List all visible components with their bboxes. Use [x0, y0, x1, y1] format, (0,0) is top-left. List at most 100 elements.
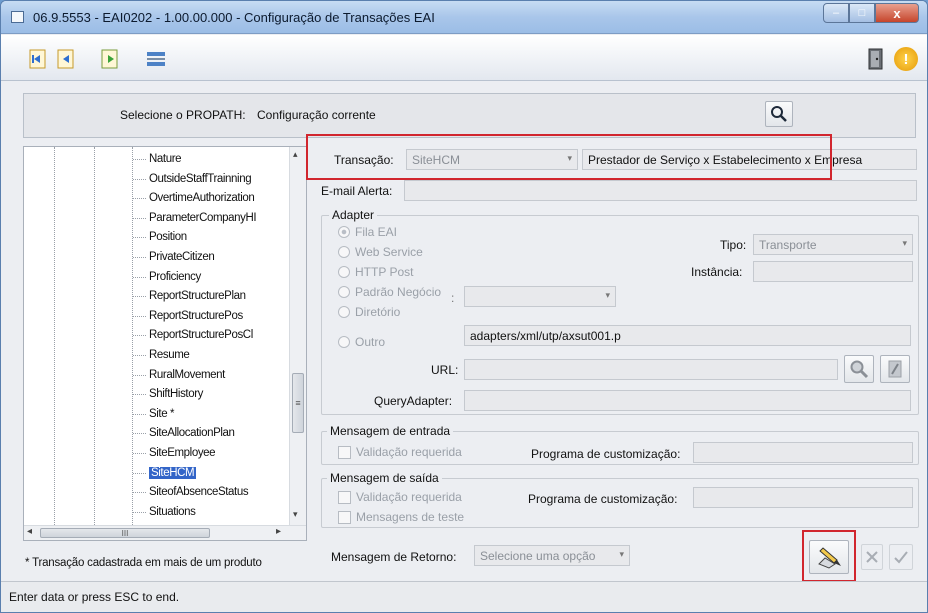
help-icon-glyph: !	[894, 47, 918, 71]
tree-item-label: Proficiency	[149, 270, 201, 283]
scroll-right-arrow[interactable]: ▸	[276, 526, 281, 537]
tree-item[interactable]: ReportStructurePos	[133, 307, 243, 325]
adapter-radio-label: Padrão Negócio	[355, 285, 442, 299]
list-icon[interactable]	[143, 46, 169, 72]
adapter-radio-option[interactable]: Outro	[338, 335, 385, 349]
tree-item[interactable]: SiteAllocationPlan	[133, 424, 235, 442]
chevron-down-icon: ▾	[605, 290, 610, 300]
tree-item[interactable]: Position	[133, 228, 187, 246]
window-system-icon[interactable]	[11, 11, 24, 23]
url-field[interactable]	[464, 359, 838, 380]
adapter-radio-option[interactable]: Web Service	[338, 245, 423, 259]
tree-horizontal-scrollbar[interactable]: ◂ III ▸	[24, 525, 306, 540]
saida-validacao-checkbox[interactable]: Validação requerida	[338, 490, 462, 504]
tree-item[interactable]: SiteofAbsenceStatus	[132, 483, 249, 501]
tree-guide-line	[94, 147, 95, 527]
outro-program-field[interactable]: adapters/xml/utp/axsut001.p	[464, 325, 911, 346]
previous-record-icon[interactable]	[53, 46, 79, 72]
checkmark-icon	[894, 551, 908, 564]
adapter-radio-option[interactable]: Fila EAI	[338, 225, 397, 239]
retorno-placeholder: Selecione uma opção	[480, 549, 596, 563]
maximize-button[interactable]: □	[849, 3, 875, 23]
tree-item-label: OutsideStaffTrainning	[149, 172, 252, 185]
propath-search-button[interactable]	[765, 101, 793, 127]
entrada-group-title: Mensagem de entrada	[327, 424, 454, 438]
tree-item-label: RuralMovement	[149, 368, 225, 381]
saida-programa-field[interactable]	[693, 487, 913, 508]
tipo-combo[interactable]: Transporte ▾	[753, 234, 913, 255]
first-record-icon[interactable]	[25, 46, 51, 72]
email-alert-label: E-mail Alerta:	[321, 184, 393, 198]
highlight-transacao	[306, 134, 832, 180]
saida-teste-checkbox[interactable]: Mensagens de teste	[338, 510, 464, 524]
adapter-radio-label: Diretório	[355, 305, 401, 319]
minimize-button[interactable]: –	[823, 3, 849, 23]
saida-group-title: Mensagem de saída	[327, 471, 442, 485]
email-alert-field[interactable]	[404, 180, 917, 201]
propath-value[interactable]: Configuração corrente	[257, 108, 376, 122]
tree-item-label: SiteEmployee	[149, 447, 216, 459]
instancia-field[interactable]	[753, 261, 913, 282]
saida-programa-label: Programa de customização:	[528, 492, 678, 506]
tree-item[interactable]: RuralMovement	[133, 366, 225, 384]
confirm-button[interactable]	[889, 544, 913, 570]
tree-item[interactable]: ReportStructurePlan	[133, 287, 246, 305]
chevron-down-icon: ▾	[619, 549, 624, 559]
adapter-radio-option[interactable]: Diretório	[338, 305, 400, 319]
next-record-icon[interactable]	[97, 46, 123, 72]
tree-item-label: SiteofAbsenceStatus	[149, 486, 249, 499]
tree-item[interactable]: OvertimeAuthorization	[132, 189, 255, 207]
url-edit-button[interactable]	[880, 355, 910, 383]
close-button[interactable]: x	[875, 3, 919, 23]
hscroll-thumb[interactable]: III	[40, 528, 210, 538]
entrada-programa-field[interactable]	[693, 442, 913, 463]
entrada-programa-label: Programa de customização:	[531, 447, 681, 461]
tree-item-label: Resume	[149, 349, 190, 361]
scroll-up-arrow[interactable]: ▴	[293, 149, 298, 160]
tree-footnote: * Transação cadastrada em mais de um pro…	[25, 557, 262, 569]
url-search-button[interactable]	[844, 355, 874, 383]
entrada-validacao-checkbox[interactable]: Validação requerida	[338, 445, 462, 459]
tree-item[interactable]: Proficiency	[133, 268, 201, 286]
search-icon	[850, 360, 869, 379]
exit-door-icon[interactable]	[863, 46, 889, 72]
tree-item[interactable]: Resume	[132, 346, 190, 364]
application-window: 06.9.5553 - EAI0202 - 1.00.00.000 - Conf…	[0, 0, 928, 613]
tree-item[interactable]: SiteHCM	[132, 464, 197, 482]
highlight-edit-button	[802, 530, 856, 582]
tipo-label: Tipo:	[720, 238, 747, 252]
adapter-radio-option[interactable]: HTTP Post	[338, 265, 413, 279]
propath-label: Selecione o PROPATH:	[120, 108, 246, 122]
adapter-radio-label: Fila EAI	[355, 225, 398, 239]
radio-circle	[338, 336, 350, 348]
tree-item[interactable]: ReportStructurePosCl	[133, 326, 253, 344]
tree-vertical-scrollbar[interactable]: ▴ ≡ ▾	[289, 147, 306, 525]
tree-item[interactable]: SiteEmployee	[132, 444, 216, 462]
tree-item-label: ReportStructurePos	[149, 309, 243, 322]
transaction-tree[interactable]: Nature OutsideStaffTrainning OvertimeAutho…	[23, 146, 307, 541]
status-text: Enter data or press ESC to end.	[9, 590, 180, 604]
tree-item[interactable]: ParameterCompanyHI	[132, 209, 257, 227]
checkbox-box	[338, 490, 351, 504]
checkbox-box	[338, 445, 351, 459]
scroll-down-arrow[interactable]: ▾	[293, 509, 298, 520]
help-icon[interactable]: !	[893, 46, 919, 72]
tree-item[interactable]: Nature	[132, 150, 182, 168]
tree-item[interactable]: Situations	[133, 503, 196, 521]
entrada-validacao-label: Validação requerida	[356, 445, 462, 459]
tipo-value: Transporte	[759, 238, 817, 252]
radio-circle	[338, 226, 350, 238]
query-adapter-field[interactable]	[464, 390, 911, 411]
adapter-radio-option[interactable]: Padrão Negócio	[338, 285, 441, 299]
scroll-thumb[interactable]: ≡	[292, 373, 304, 433]
title-bar[interactable]: 06.9.5553 - EAI0202 - 1.00.00.000 - Conf…	[1, 1, 927, 34]
retorno-combo[interactable]: Selecione uma opção ▾	[474, 545, 630, 566]
tree-item[interactable]: Site *	[132, 405, 174, 423]
padrao-negocio-combo[interactable]: ▾	[464, 286, 616, 307]
tree-item[interactable]: ShiftHistory	[133, 385, 203, 403]
tree-item[interactable]: PrivateCitizen	[132, 248, 215, 266]
tree-item[interactable]: OutsideStaffTrainning	[132, 170, 252, 188]
tree-guide-line	[54, 147, 55, 527]
scroll-left-arrow[interactable]: ◂	[27, 526, 32, 537]
cancel-button[interactable]	[861, 544, 883, 570]
